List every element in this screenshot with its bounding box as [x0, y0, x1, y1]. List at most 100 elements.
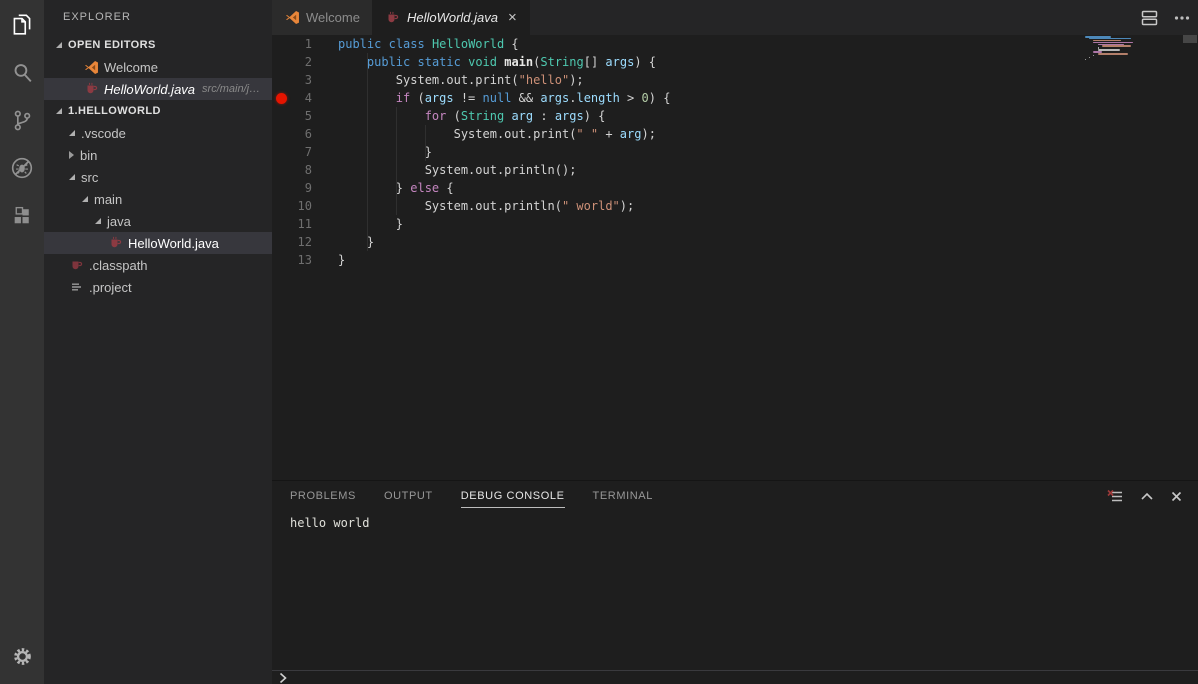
line-number[interactable]: 3: [272, 71, 312, 89]
code-line-11: 11 }: [272, 215, 1198, 233]
line-number[interactable]: 13: [272, 251, 312, 269]
bottom-panel: PROBLEMS OUTPUT DEBUG CONSOLE TERMINAL: [272, 480, 1198, 684]
extensions-icon[interactable]: [0, 192, 44, 240]
line-number[interactable]: 8: [272, 161, 312, 179]
code-line-1: 1 public class HelloWorld {: [272, 35, 1198, 53]
minimap[interactable]: [1085, 36, 1149, 61]
close-tab-icon[interactable]: ×: [508, 12, 517, 24]
breakpoint-icon[interactable]: [276, 93, 287, 104]
settings-gear-icon[interactable]: [0, 632, 44, 680]
project-icon: [69, 280, 84, 295]
split-editor-icon[interactable]: [1141, 10, 1158, 26]
line-number[interactable]: 1: [272, 35, 312, 53]
code-line-text[interactable]: public class HelloWorld {: [338, 35, 519, 53]
code-line-text[interactable]: if (args != null && args.length > 0) {: [338, 89, 670, 107]
panel-tab-terminal[interactable]: TERMINAL: [593, 484, 653, 508]
code-line-text[interactable]: System.out.println(" world");: [338, 197, 634, 215]
code-line-6: 6 System.out.print(" " + arg);: [272, 125, 1198, 143]
line-number[interactable]: 12: [272, 233, 312, 251]
tree-item-project[interactable]: .project: [44, 276, 272, 298]
indent-guide: [425, 125, 426, 161]
tab-helloworld-java[interactable]: HelloWorld.java ×: [373, 0, 530, 35]
tab-label: Welcome: [306, 10, 360, 25]
twistie-expanded-icon: [69, 130, 75, 136]
indent-guide: [367, 53, 368, 251]
explorer-icon[interactable]: [0, 0, 44, 48]
debug-console-input[interactable]: [272, 670, 1198, 684]
code-line-12: 12 }: [272, 233, 1198, 251]
code-line-4: 4 if (args != null && args.length > 0) {: [272, 89, 1198, 107]
twistie-expanded-icon: [56, 42, 62, 48]
twistie-expanded-icon: [69, 174, 75, 180]
minimap-line: [1102, 45, 1131, 47]
code-line-text[interactable]: }: [338, 143, 432, 161]
open-editors-header[interactable]: OPEN EDITORS: [44, 34, 272, 56]
indent-guide: [396, 107, 397, 215]
code-line-3: 3 System.out.print("hello");: [272, 71, 1198, 89]
code-line-9: 9 } else {: [272, 179, 1198, 197]
panel-tab-problems[interactable]: PROBLEMS: [290, 484, 356, 508]
minimap-line: [1089, 57, 1090, 59]
tree-item-vscode[interactable]: .vscode: [44, 122, 272, 144]
tree-item-java[interactable]: java: [44, 210, 272, 232]
code-line-text[interactable]: }: [338, 233, 374, 251]
more-actions-icon[interactable]: [1174, 15, 1190, 21]
line-number[interactable]: 10: [272, 197, 312, 215]
panel-tab-output[interactable]: OUTPUT: [384, 484, 433, 508]
close-panel-icon[interactable]: [1171, 491, 1182, 502]
code-line-text[interactable]: for (String arg : args) {: [338, 107, 605, 125]
open-editor-label: HelloWorld.java: [104, 82, 195, 97]
tree-item-helloworld-java[interactable]: HelloWorld.java: [44, 232, 272, 254]
tree-item-label: HelloWorld.java: [128, 236, 219, 251]
editor-group: Welcome HelloWorld.java × 1 public class He…: [272, 0, 1198, 684]
tree-item-src[interactable]: src: [44, 166, 272, 188]
open-editor-helloworld-java[interactable]: HelloWorld.java src/main/j…: [44, 78, 272, 100]
scrollbar-thumb[interactable]: [1183, 35, 1197, 43]
clear-console-icon[interactable]: [1107, 489, 1123, 504]
vscode-window: EXPLORER OPEN EDITORS WelcomeHelloWorld.…: [0, 0, 1198, 684]
chevron-right-icon: [278, 672, 288, 684]
line-number[interactable]: 7: [272, 143, 312, 161]
source-control-icon[interactable]: [0, 96, 44, 144]
classpath-icon: [69, 258, 84, 273]
open-editor-label: Welcome: [104, 60, 158, 75]
code-line-text[interactable]: System.out.print(" " + arg);: [338, 125, 656, 143]
vscode-icon: [84, 60, 99, 75]
files-icon: [9, 11, 35, 37]
tree-item-label: bin: [80, 148, 97, 163]
code-line-5: 5 for (String arg : args) {: [272, 107, 1198, 125]
panel-tab-debug-console[interactable]: DEBUG CONSOLE: [461, 484, 565, 508]
console-output-line: hello world: [290, 515, 1198, 531]
line-number[interactable]: 5: [272, 107, 312, 125]
code-line-text[interactable]: }: [338, 215, 403, 233]
code-editor[interactable]: 1public class HelloWorld {2 public stati…: [272, 35, 1198, 480]
minimap-line: [1085, 59, 1086, 61]
line-number[interactable]: 6: [272, 125, 312, 143]
open-editor-welcome[interactable]: Welcome: [44, 56, 272, 78]
code-line-text[interactable]: System.out.println();: [338, 161, 576, 179]
line-number[interactable]: 2: [272, 53, 312, 71]
code-line-2: 2 public static void main(String[] args)…: [272, 53, 1198, 71]
code-line-text[interactable]: }: [338, 251, 345, 269]
activity-bar: [0, 0, 44, 684]
vscode-icon: [284, 10, 300, 26]
search-icon[interactable]: [0, 48, 44, 96]
tree-item-bin[interactable]: bin: [44, 144, 272, 166]
code-line-text[interactable]: System.out.print("hello");: [338, 71, 584, 89]
sidebar-explorer: EXPLORER OPEN EDITORS WelcomeHelloWorld.…: [44, 0, 272, 684]
tree-item-classpath[interactable]: .classpath: [44, 254, 272, 276]
tree-item-label: .classpath: [89, 258, 148, 273]
line-number[interactable]: 11: [272, 215, 312, 233]
maximize-panel-icon[interactable]: [1140, 491, 1154, 501]
tab-label: HelloWorld.java: [407, 10, 498, 25]
open-editor-description: src/main/j…: [202, 83, 260, 95]
folder-root-header[interactable]: 1.HELLOWORLD: [44, 100, 272, 122]
debug-icon[interactable]: [0, 144, 44, 192]
code-line-text[interactable]: public static void main(String[] args) {: [338, 53, 656, 71]
tab-welcome[interactable]: Welcome: [272, 0, 373, 35]
tree-item-main[interactable]: main: [44, 188, 272, 210]
line-number[interactable]: 9: [272, 179, 312, 197]
tree-item-label: main: [94, 192, 122, 207]
java-icon: [84, 82, 99, 97]
minimap-line: [1098, 53, 1128, 55]
